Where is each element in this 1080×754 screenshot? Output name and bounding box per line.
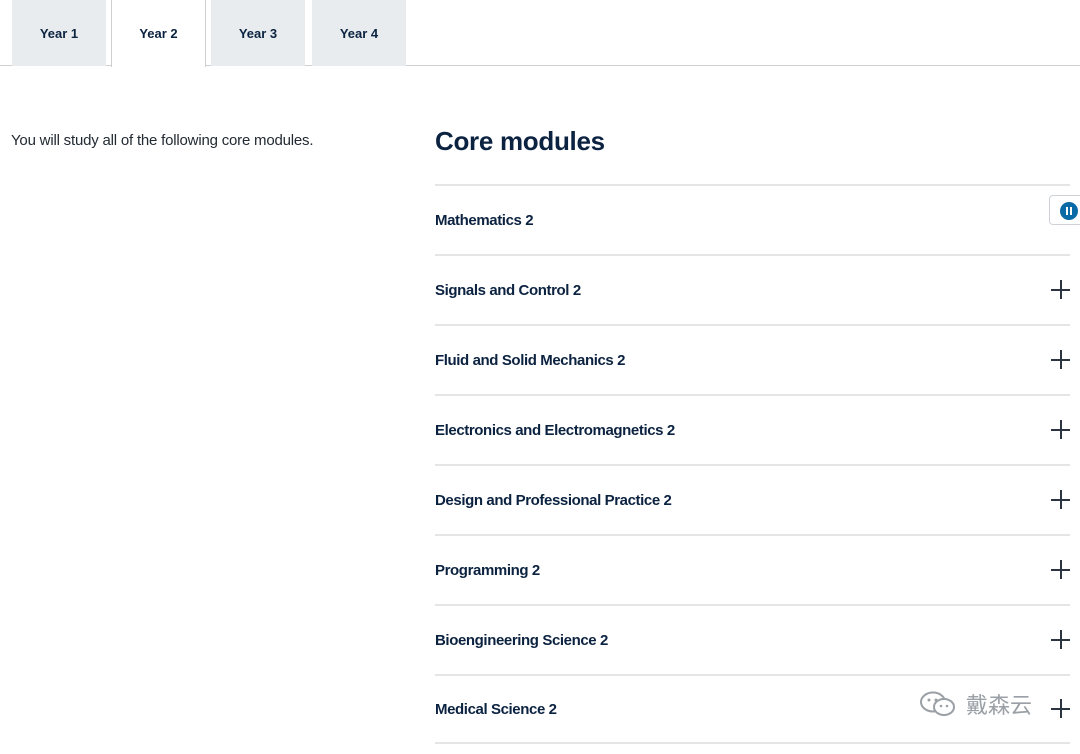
module-item-electronics-and-electromagnetics-2[interactable]: Electronics and Electromagnetics 2 [435, 394, 1070, 464]
module-title: Programming 2 [435, 561, 540, 579]
module-title: Medical Science 2 [435, 700, 557, 718]
module-title: Design and Professional Practice 2 [435, 491, 672, 509]
module-item-design-and-professional-practice-2[interactable]: Design and Professional Practice 2 [435, 464, 1070, 534]
expand-plus-icon[interactable] [1051, 350, 1070, 369]
expand-plus-icon[interactable] [1051, 420, 1070, 439]
expand-plus-icon[interactable] [1051, 560, 1070, 579]
intro-text: You will study all of the following core… [11, 132, 314, 149]
watermark-text: 戴森云 [966, 694, 1033, 719]
tab-year-2[interactable]: Year 2 [111, 0, 206, 67]
page: Year 1 Year 2 Year 3 Year 4 You will stu… [0, 0, 1080, 754]
year-tabs: Year 1 Year 2 Year 3 Year 4 [0, 0, 1080, 67]
expand-plus-icon[interactable] [1051, 490, 1070, 509]
expand-plus-icon[interactable] [1051, 699, 1070, 718]
pause-widget[interactable] [1049, 195, 1080, 225]
expand-plus-icon[interactable] [1051, 630, 1070, 649]
expand-plus-icon[interactable] [1051, 280, 1070, 299]
core-modules-heading: Core modules [435, 126, 605, 156]
module-title: Mathematics 2 [435, 211, 534, 229]
module-item-mathematics-2[interactable]: Mathematics 2 [435, 184, 1070, 254]
wechat-icon [920, 691, 955, 716]
module-title: Bioengineering Science 2 [435, 631, 608, 649]
tab-year-4[interactable]: Year 4 [312, 0, 406, 66]
module-item-programming-2[interactable]: Programming 2 [435, 534, 1070, 604]
tab-year-1[interactable]: Year 1 [12, 0, 106, 66]
module-item-signals-and-control-2[interactable]: Signals and Control 2 [435, 254, 1070, 324]
module-title: Fluid and Solid Mechanics 2 [435, 351, 626, 369]
tab-year-3[interactable]: Year 3 [211, 0, 305, 66]
module-item-fluid-and-solid-mechanics-2[interactable]: Fluid and Solid Mechanics 2 [435, 324, 1070, 394]
module-title: Electronics and Electromagnetics 2 [435, 421, 675, 439]
module-title: Signals and Control 2 [435, 281, 581, 299]
pause-icon[interactable] [1060, 202, 1078, 220]
module-item-bioengineering-science-2[interactable]: Bioengineering Science 2 [435, 604, 1070, 674]
watermark: 戴森云 [918, 688, 1032, 720]
core-modules-list: Mathematics 2 Signals and Control 2 Flui… [435, 184, 1070, 744]
